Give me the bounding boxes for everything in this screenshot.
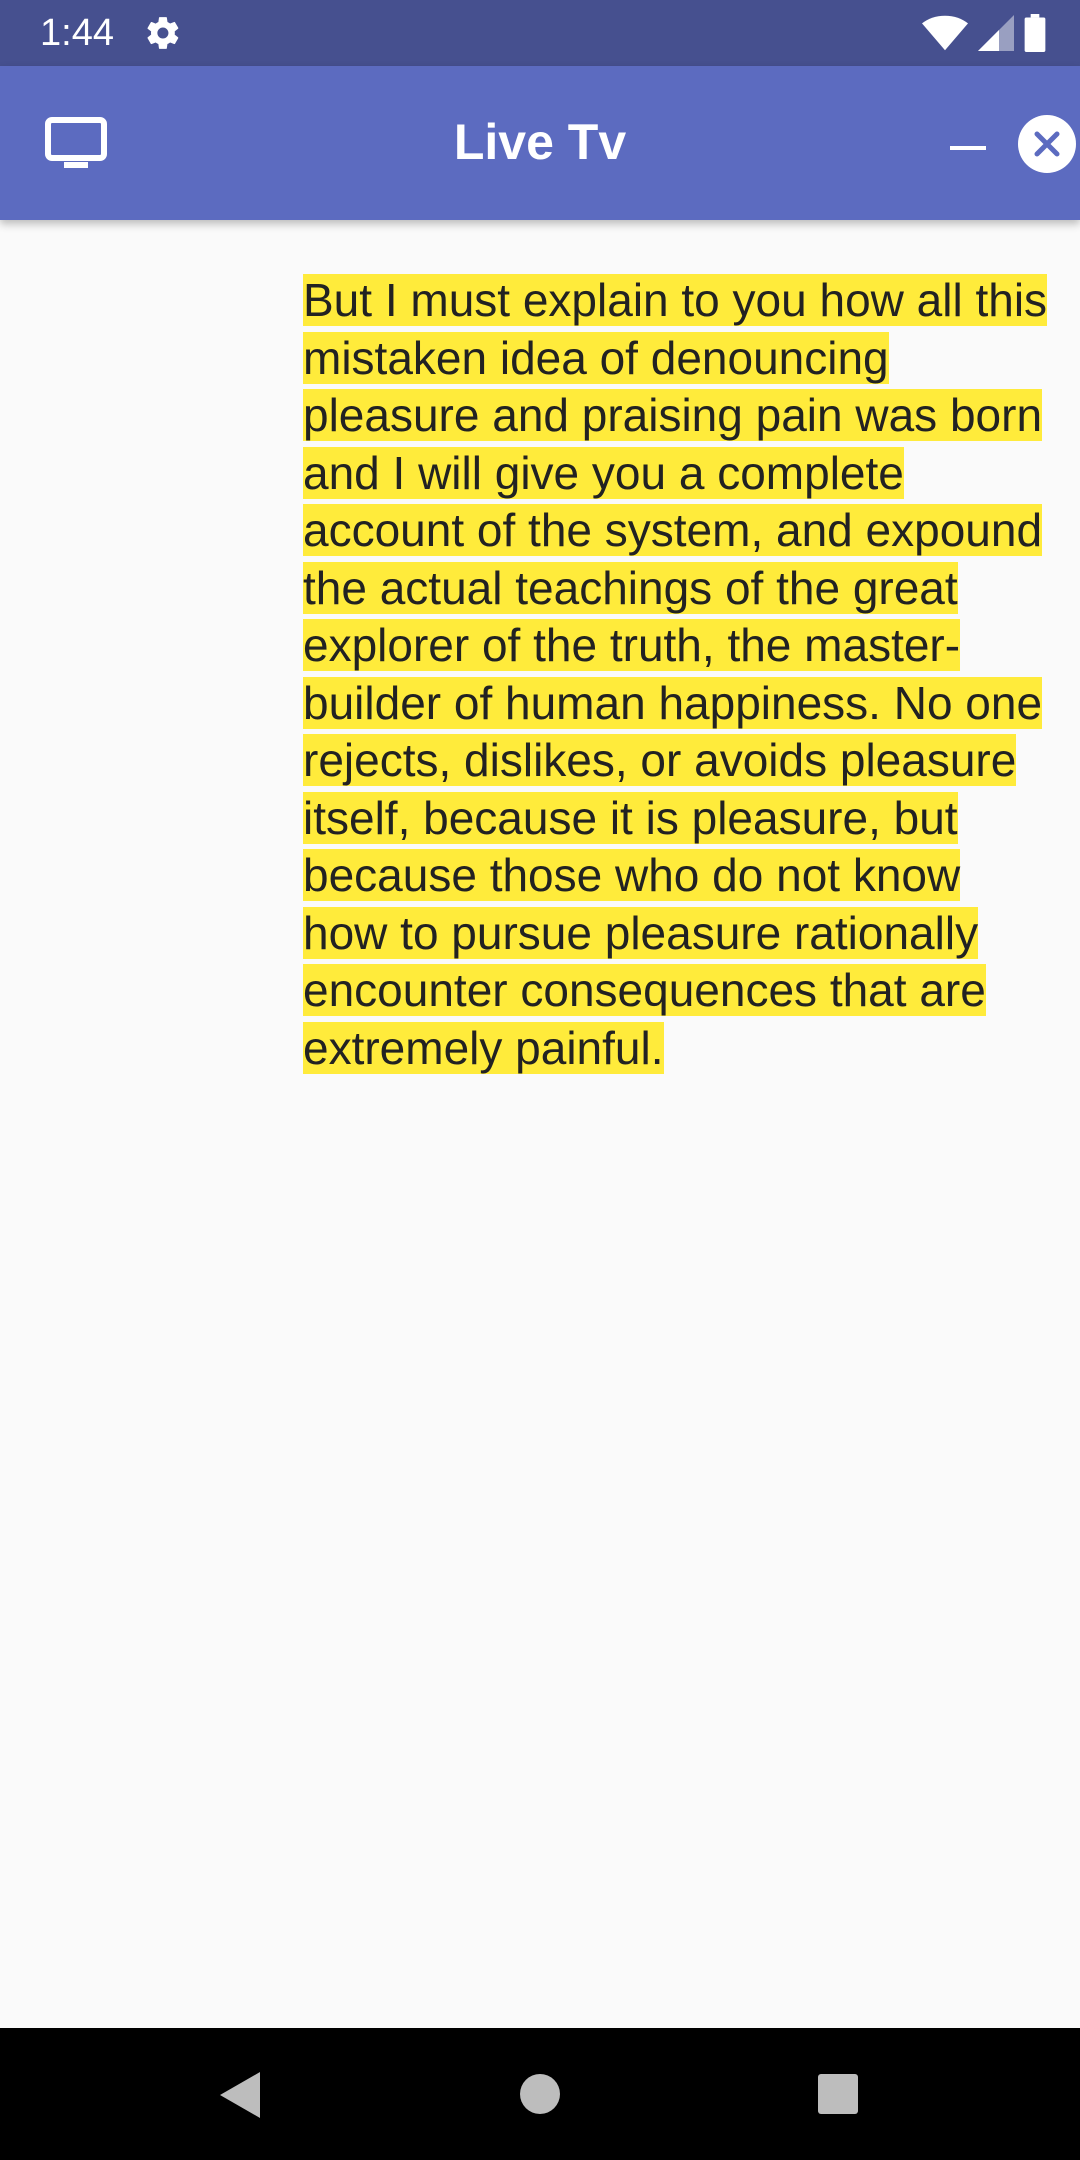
wifi-icon bbox=[922, 15, 968, 51]
status-bar: 1:44 bbox=[0, 0, 1080, 66]
gear-icon bbox=[147, 17, 179, 49]
status-icons bbox=[922, 14, 1046, 52]
home-icon[interactable] bbox=[520, 2074, 560, 2114]
content-area: But I must explain to you how all this m… bbox=[0, 220, 1080, 2028]
app-title: Live Tv bbox=[453, 114, 627, 170]
minimize-icon bbox=[950, 146, 986, 150]
battery-icon bbox=[1024, 14, 1046, 52]
recents-icon[interactable] bbox=[818, 2074, 858, 2114]
paragraph-text: But I must explain to you how all this m… bbox=[303, 274, 1048, 1074]
close-button[interactable] bbox=[1018, 115, 1076, 173]
tv-icon[interactable] bbox=[44, 116, 108, 172]
minimize-button[interactable] bbox=[946, 126, 990, 170]
close-icon bbox=[1034, 131, 1060, 157]
cell-signal-icon bbox=[978, 15, 1014, 51]
app-bar: Live Tv bbox=[0, 66, 1080, 220]
status-time: 1:44 bbox=[40, 12, 114, 54]
navigation-bar bbox=[0, 2028, 1080, 2160]
back-icon[interactable] bbox=[220, 2072, 260, 2118]
highlighted-paragraph: But I must explain to you how all this m… bbox=[303, 272, 1055, 1077]
